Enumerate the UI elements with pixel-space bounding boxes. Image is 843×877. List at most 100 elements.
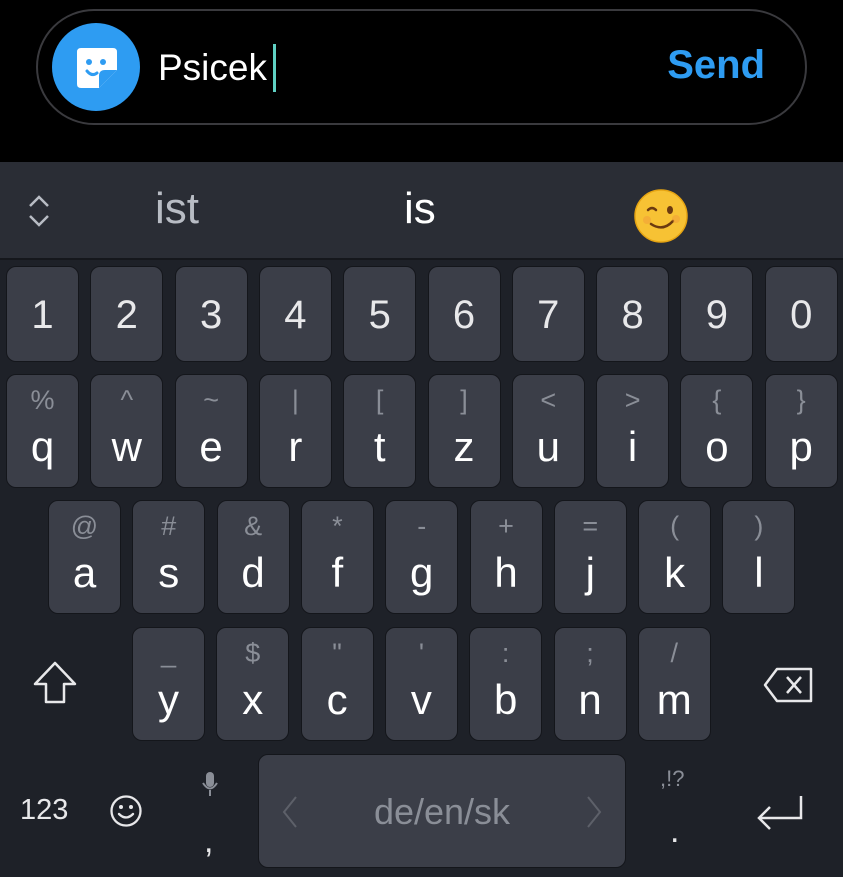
key-2[interactable]: 2 — [90, 266, 164, 362]
enter-icon[interactable] — [754, 792, 806, 832]
key-8[interactable]: 8 — [596, 266, 670, 362]
period-key[interactable]: . — [670, 812, 679, 851]
key-x-secondary-label: $ — [245, 638, 261, 668]
key-v[interactable]: ' v — [384, 627, 458, 741]
key-y[interactable]: _ y — [132, 627, 205, 741]
key-g-secondary-label: - — [417, 511, 427, 541]
key-q-label: q — [30, 423, 55, 470]
key-u[interactable]: < u — [511, 374, 585, 488]
comma-key[interactable]: , — [204, 822, 213, 861]
suggestion-bar: ist is — [0, 162, 843, 258]
key-y-secondary-label: _ — [160, 638, 177, 668]
key-v-label: v — [410, 676, 432, 723]
message-compose-bar: Psicek Send — [36, 9, 807, 125]
key-a[interactable]: @ a — [48, 500, 121, 614]
key-r[interactable]: | r — [258, 374, 332, 488]
key-k-label: k — [664, 549, 686, 596]
key-4-label: 4 — [284, 293, 307, 337]
key-i[interactable]: > i — [596, 374, 670, 488]
key-9-label: 9 — [705, 293, 729, 337]
key-k[interactable]: (k — [638, 500, 712, 614]
key-f[interactable]: * f — [300, 500, 374, 614]
key-k-secondary-label: ( — [670, 511, 680, 541]
key-g[interactable]: -g — [385, 500, 459, 614]
key-1[interactable]: 1 — [6, 266, 79, 362]
key-d[interactable]: & d — [216, 500, 290, 614]
key-b-secondary-label: : — [501, 638, 510, 668]
key-j-secondary-label: = — [582, 511, 599, 541]
key-p-label: p — [789, 423, 813, 470]
key-6[interactable]: 6 — [427, 266, 501, 362]
key-0[interactable]: 0 — [764, 266, 838, 362]
key-7[interactable]: 7 — [511, 266, 585, 362]
key-9[interactable]: 9 — [680, 266, 754, 362]
key-c-label: c — [326, 676, 348, 723]
key-f-secondary-label: * — [332, 511, 343, 541]
key-c[interactable]: " c — [300, 627, 374, 741]
chevron-right-icon — [587, 796, 602, 828]
key-t-secondary-label: [ — [375, 385, 384, 415]
key-g-label: g — [410, 549, 434, 596]
key-q[interactable]: % q — [6, 374, 79, 488]
text-caret — [272, 44, 276, 92]
key-s[interactable]: # s — [132, 500, 206, 614]
numbers-toggle-key[interactable]: 123 — [20, 794, 68, 827]
emoji-smiley-icon[interactable] — [109, 794, 143, 828]
space-bar-label: de/en/sk — [373, 791, 511, 832]
key-l-label: l — [754, 549, 764, 596]
key-3[interactable]: 3 — [174, 266, 248, 362]
key-5[interactable]: 5 — [343, 266, 417, 362]
key-b[interactable]: :b — [469, 627, 543, 741]
key-h[interactable]: + h — [469, 500, 543, 614]
compose-area: Psicek Send — [0, 0, 843, 162]
message-input[interactable]: Psicek — [158, 39, 276, 97]
key-w-label: w — [111, 423, 142, 470]
key-m[interactable]: / m — [637, 627, 711, 741]
key-z[interactable]: ] z — [427, 374, 501, 488]
key-j-label: j — [585, 549, 595, 596]
key-4[interactable]: 4 — [258, 266, 332, 362]
suggestion-left[interactable]: ist — [155, 184, 199, 234]
space-bar[interactable]: de/en/sk — [258, 754, 626, 868]
key-p-secondary-label: } — [796, 385, 806, 415]
key-j[interactable]: = j — [553, 500, 627, 614]
key-m-label: m — [656, 676, 692, 723]
key-t-label: t — [373, 423, 386, 470]
message-input-value: Psicek — [158, 47, 267, 88]
key-x[interactable]: $ x — [216, 627, 290, 741]
key-o[interactable]: {o — [680, 374, 754, 488]
key-w[interactable]: ^ w — [90, 374, 164, 488]
key-n-label: n — [578, 676, 602, 723]
key-z-secondary-label: ] — [460, 385, 468, 415]
backspace-icon[interactable] — [763, 666, 815, 704]
key-z-label: z — [453, 423, 475, 470]
key-3-label: 3 — [199, 293, 223, 337]
key-t[interactable]: [t — [343, 374, 417, 488]
shift-icon[interactable] — [30, 658, 80, 708]
key-l[interactable]: ) l — [722, 500, 796, 614]
key-d-secondary-label: & — [244, 511, 263, 541]
key-h-secondary-label: + — [498, 511, 514, 541]
key-e[interactable]: ~ e — [174, 374, 248, 488]
key-6-label: 6 — [452, 293, 476, 337]
suggestion-center[interactable]: is — [404, 184, 436, 234]
key-y-label: y — [158, 676, 179, 723]
send-button[interactable]: Send — [667, 43, 765, 88]
key-o-label: o — [705, 423, 729, 470]
key-b-label: b — [494, 676, 518, 723]
key-n[interactable]: ; n — [553, 627, 627, 741]
sticker-button[interactable] — [52, 23, 140, 111]
key-p[interactable]: } p — [764, 374, 838, 488]
key-x-label: x — [242, 676, 264, 723]
winking-face-emoji-icon[interactable] — [633, 188, 689, 244]
expand-toolbar-icon[interactable] — [26, 192, 52, 230]
key-2-label: 2 — [115, 293, 138, 337]
key-1-label: 1 — [31, 293, 54, 337]
key-8-label: 8 — [621, 293, 644, 337]
key-7-label: 7 — [537, 293, 560, 337]
microphone-icon[interactable] — [200, 770, 220, 800]
key-s-secondary-label: # — [161, 511, 177, 541]
key-i-secondary-label: > — [624, 385, 641, 415]
key-u-label: u — [536, 423, 560, 470]
key-m-secondary-label: / — [670, 638, 679, 668]
